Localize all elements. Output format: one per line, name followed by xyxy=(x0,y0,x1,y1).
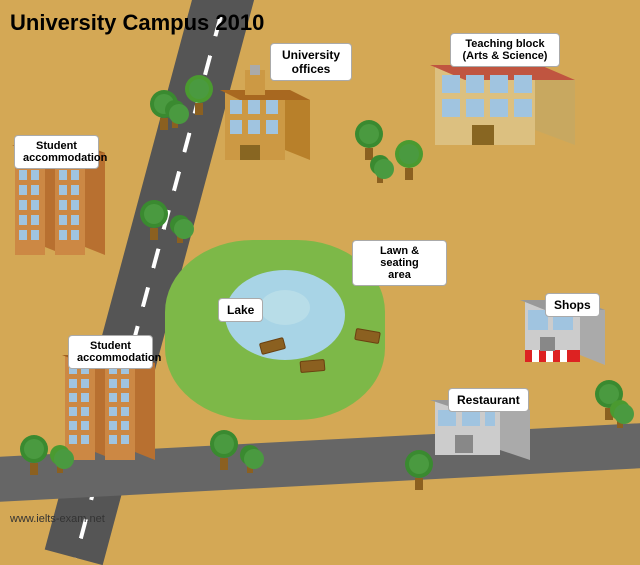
tree-11 xyxy=(210,430,238,470)
bench-1 xyxy=(260,340,285,352)
label-restaurant: Restaurant xyxy=(448,388,529,412)
tree-3 xyxy=(165,100,185,128)
label-university-offices: University offices xyxy=(270,43,352,81)
bench-3 xyxy=(300,360,325,372)
bench-2 xyxy=(355,330,380,342)
tree-4 xyxy=(355,120,383,160)
label-lake: Lake xyxy=(218,298,263,322)
tree-6 xyxy=(370,155,390,183)
label-shops: Shops xyxy=(545,293,600,317)
label-lawn-seating: Lawn & seating area xyxy=(352,240,447,286)
tree-12 xyxy=(240,445,260,473)
tree-13 xyxy=(405,450,433,490)
tree-10 xyxy=(50,445,70,473)
page-title: University Campus 2010 xyxy=(10,10,264,36)
tree-2 xyxy=(185,75,213,115)
label-teaching-block: Teaching block (Arts & Science) xyxy=(450,33,560,67)
tree-8 xyxy=(170,215,190,243)
tree-7 xyxy=(140,200,168,240)
university-offices-building xyxy=(215,65,310,180)
tree-9 xyxy=(20,435,48,475)
tree-15 xyxy=(610,400,630,428)
campus-map: University Campus 2010 University office… xyxy=(0,0,640,533)
website-label: www.ielts-exam.net xyxy=(10,513,105,525)
tree-5 xyxy=(395,140,423,180)
label-student-bottom: Student accommodation xyxy=(68,335,153,369)
label-student-top: Student accommodation xyxy=(14,135,99,169)
